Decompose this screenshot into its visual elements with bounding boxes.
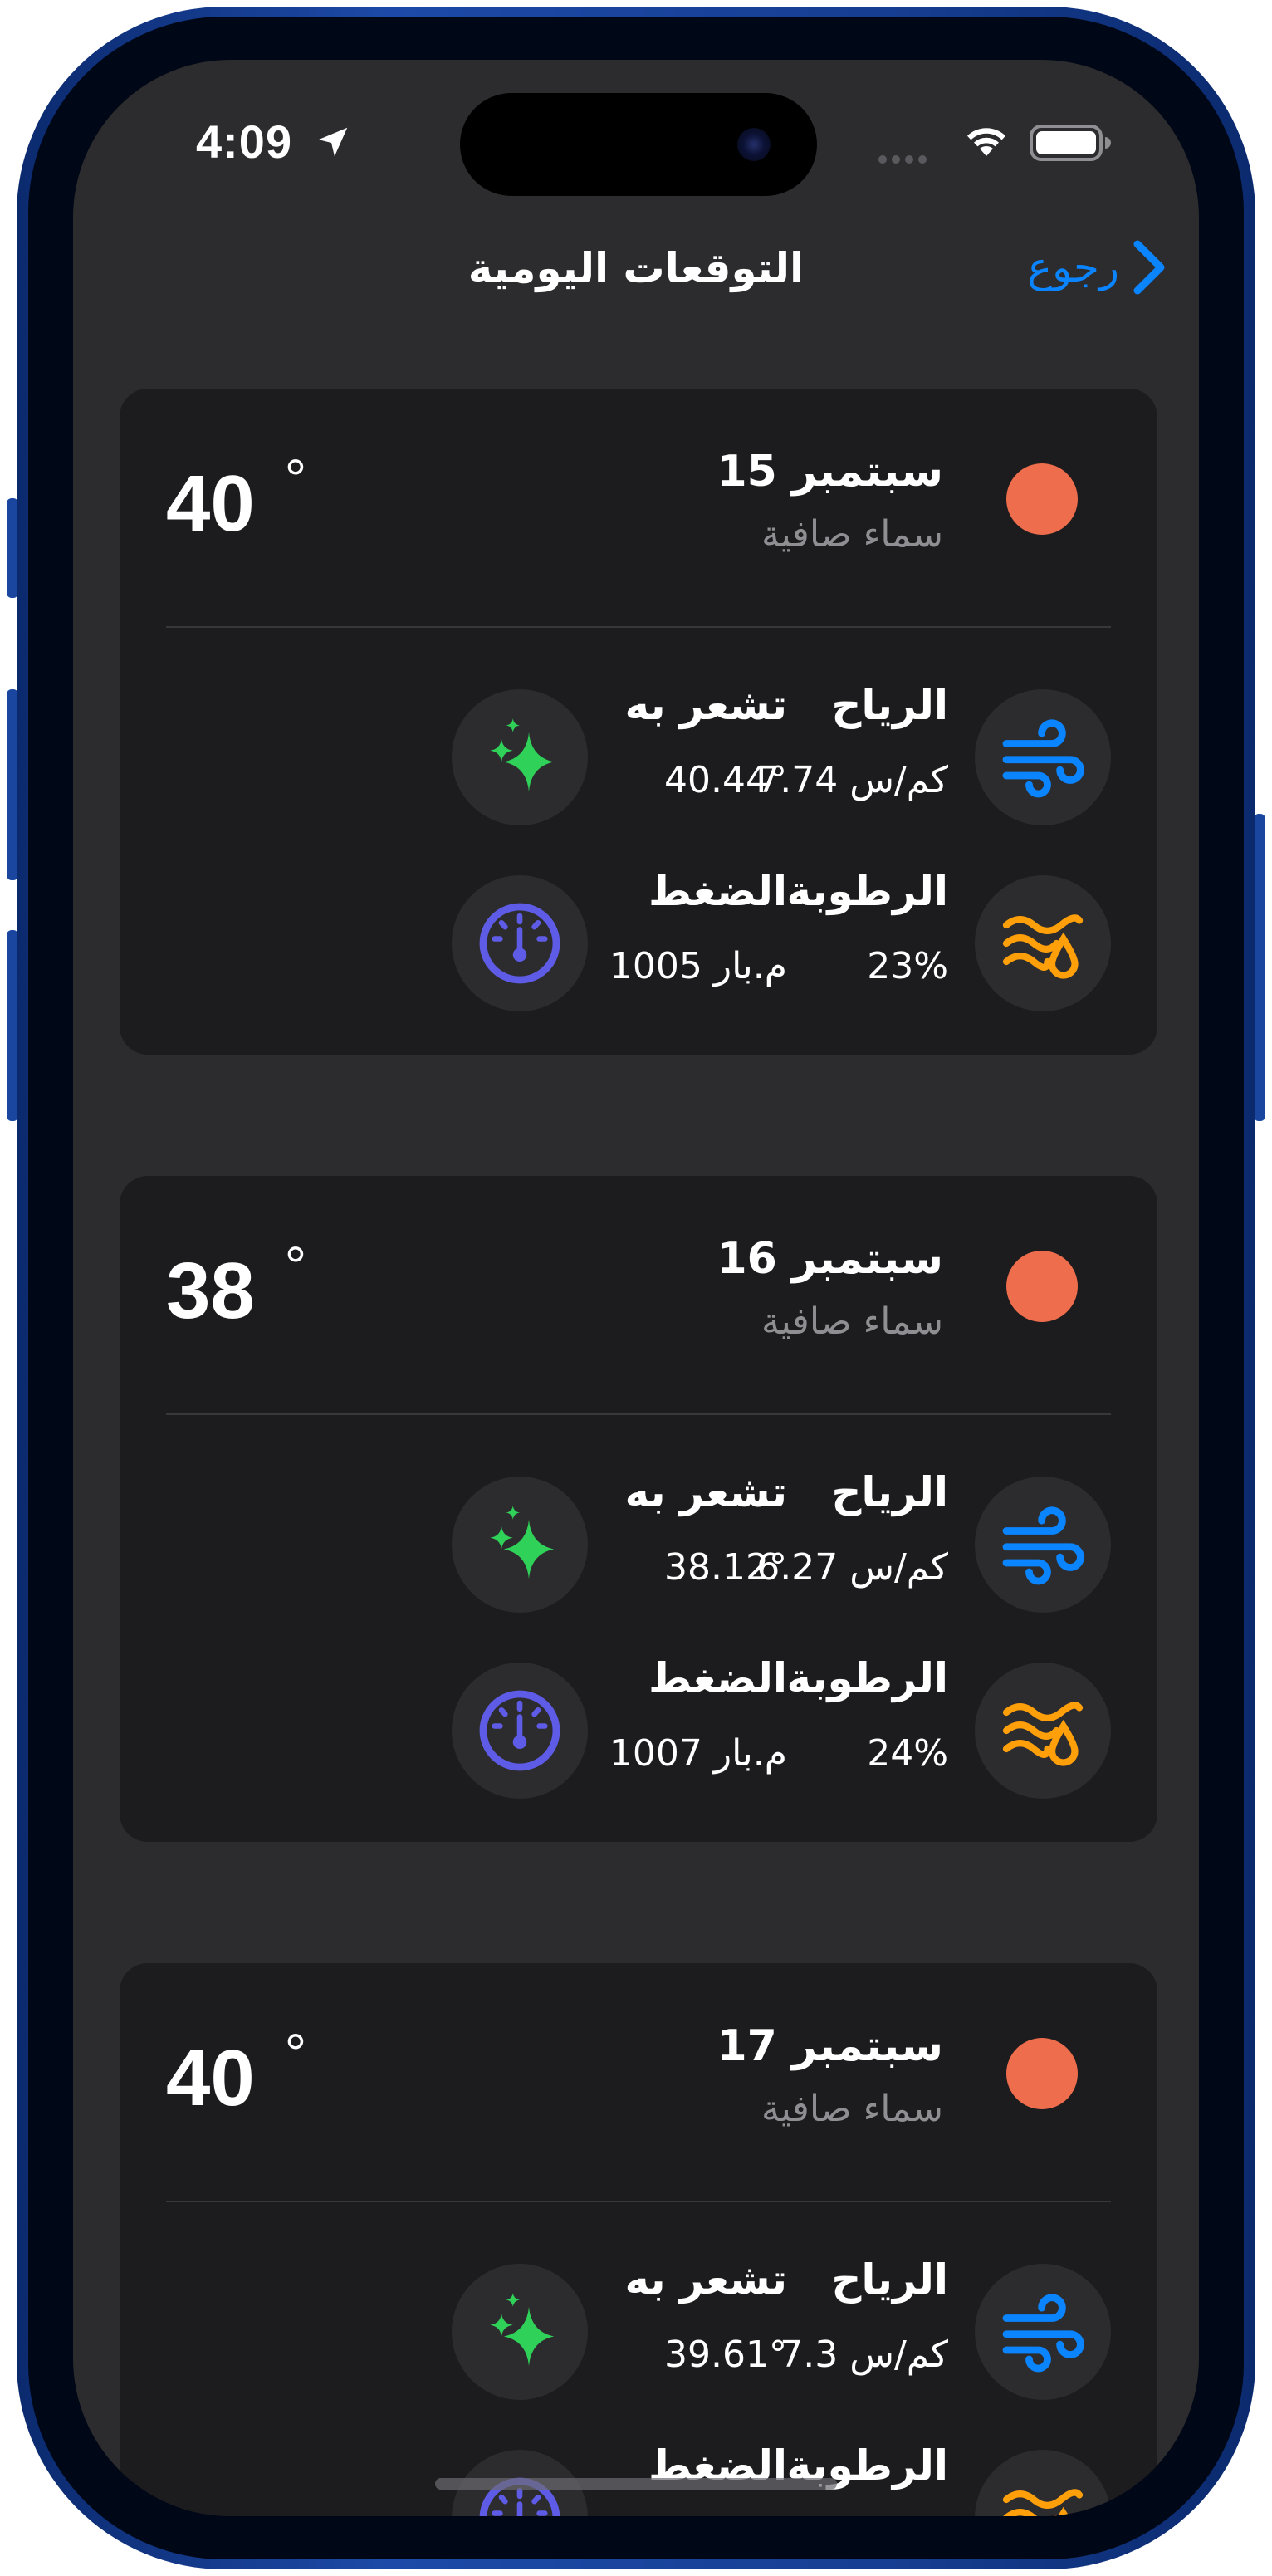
feels-like-metric: تشعر به 39.61° <box>452 2255 950 2405</box>
battery-icon <box>1030 125 1111 161</box>
degree-symbol: ° <box>284 1235 307 1296</box>
card-header: سبتمبر 17 سماء صافية 40 ° <box>120 1963 1157 2201</box>
sun-icon <box>1006 463 1078 535</box>
sparkles-icon <box>490 718 555 792</box>
status-time: 4:09 <box>196 115 293 168</box>
humidity-icon <box>1002 1702 1084 1766</box>
feels-like-label: تشعر به <box>624 1468 787 1516</box>
screen: 4:09 التوقعات اليومية رجوع سبتمبر 15 سما… <box>73 60 1199 2516</box>
temperature-value: 38 <box>166 1246 255 1335</box>
sparkles-icon <box>490 2293 555 2367</box>
wind-icon-circle <box>975 1477 1111 1613</box>
divider <box>166 626 1111 628</box>
wind-icon <box>1002 2294 1084 2373</box>
pressure-metric: الضغط 1007 م.بار <box>452 1654 950 1804</box>
feels-like-value: 38.12° <box>664 1546 787 1589</box>
forecast-card: سبتمبر 16 سماء صافية 38 ° الرياح 6.27 كم/… <box>120 1176 1157 1842</box>
pressure-icon-circle <box>452 1663 588 1799</box>
pressure-label: الضغط <box>648 1654 787 1702</box>
sparkles-icon <box>490 1506 555 1579</box>
forecast-date: سبتمبر 16 <box>717 1234 943 1284</box>
feels-like-icon-circle <box>452 1477 588 1613</box>
feels-like-icon-circle <box>452 2264 588 2400</box>
dynamic-island <box>460 93 817 196</box>
humidity-icon <box>1002 914 1084 979</box>
divider <box>166 1413 1111 1415</box>
humidity-icon-circle <box>975 2450 1111 2516</box>
humidity-icon-circle <box>975 875 1111 1011</box>
feels-like-metric: تشعر به 38.12° <box>452 1468 950 1618</box>
pressure-label: الضغط <box>648 867 787 915</box>
temperature: 40 ° <box>166 2022 306 2124</box>
feels-like-value: 40.44° <box>664 759 787 801</box>
wind-icon-circle <box>975 2264 1111 2400</box>
signal-icon <box>878 151 932 167</box>
wind-icon <box>1002 1506 1084 1585</box>
sun-icon <box>1006 1251 1078 1322</box>
location-arrow-icon <box>318 127 348 157</box>
pressure-metric: الضغط 1005 م.بار <box>452 867 950 1016</box>
feels-like-icon-circle <box>452 689 588 825</box>
weather-condition: سماء صافية <box>761 1300 943 1343</box>
pressure-value: 1005 م.بار <box>609 945 787 987</box>
camera-lens <box>737 128 771 161</box>
card-header: سبتمبر 16 سماء صافية 38 ° <box>120 1176 1157 1413</box>
temperature-value: 40 <box>166 459 255 548</box>
back-button-label: رجوع <box>1027 243 1119 291</box>
divider <box>166 2201 1111 2202</box>
gauge-icon <box>479 1690 560 1771</box>
pressure-icon-circle <box>452 875 588 1011</box>
power-button[interactable] <box>1254 814 1265 1121</box>
temperature-value: 40 <box>166 2034 255 2123</box>
home-indicator[interactable] <box>435 2478 837 2490</box>
back-button[interactable]: رجوع <box>1027 234 1166 301</box>
pressure-value: 1007 م.بار <box>609 1732 787 1775</box>
gauge-icon <box>479 903 560 984</box>
humidity-icon-circle <box>975 1663 1111 1799</box>
card-header: سبتمبر 15 سماء صافية 40 ° <box>120 389 1157 626</box>
forecast-date: سبتمبر 15 <box>717 447 943 497</box>
wind-icon-circle <box>975 689 1111 825</box>
sun-icon <box>1006 2038 1078 2109</box>
degree-symbol: ° <box>284 2022 307 2084</box>
forecast-date: سبتمبر 17 <box>717 2021 943 2071</box>
temperature: 38 ° <box>166 1235 306 1337</box>
wind-icon <box>1002 719 1084 798</box>
feels-like-label: تشعر به <box>624 681 787 729</box>
degree-symbol: ° <box>284 448 307 509</box>
wifi-icon <box>967 128 1005 156</box>
weather-condition: سماء صافية <box>761 513 943 556</box>
forecast-card: سبتمبر 15 سماء صافية 40 ° الرياح 7.74 كم/… <box>120 389 1157 1055</box>
chevron-right-icon <box>1133 240 1165 295</box>
weather-condition: سماء صافية <box>761 2088 943 2130</box>
humidity-icon <box>1002 2489 1084 2516</box>
feels-like-label: تشعر به <box>624 2255 787 2304</box>
feels-like-metric: تشعر به 40.44° <box>452 681 950 830</box>
forecast-card: سبتمبر 17 سماء صافية 40 ° الرياح 7.3 كم/س <box>120 1963 1157 2516</box>
temperature: 40 ° <box>166 448 306 550</box>
feels-like-value: 39.61° <box>664 2334 787 2376</box>
